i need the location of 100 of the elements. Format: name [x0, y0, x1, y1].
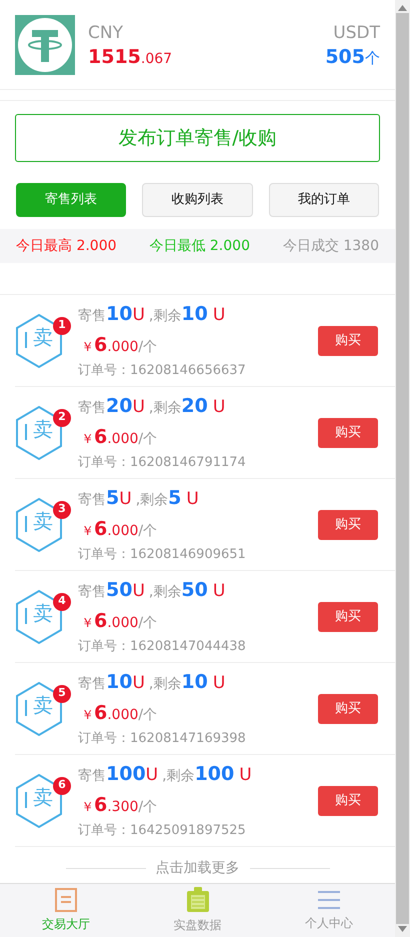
- tab[interactable]: 收购列表: [142, 183, 253, 217]
- remain-label: ,剩余: [148, 675, 182, 694]
- scroll-down-icon[interactable]: [398, 926, 407, 932]
- publish-order-button[interactable]: 发布订单寄售/收购: [15, 114, 380, 162]
- sell-unit: U: [119, 488, 132, 512]
- document-icon: [54, 888, 77, 912]
- remain-label: ,剩余: [162, 767, 195, 786]
- sell-amount: 10: [106, 302, 132, 328]
- sell-mark: 卖: [33, 418, 53, 438]
- sell-label: 寄售: [78, 307, 106, 326]
- buy-button[interactable]: 购买: [318, 694, 378, 724]
- sell-mark: 卖: [33, 786, 53, 806]
- tab[interactable]: 寄售列表: [16, 183, 126, 217]
- buy-button[interactable]: 购买: [318, 786, 378, 816]
- remain-unit: U: [212, 672, 226, 696]
- price-unit: /个: [138, 338, 158, 357]
- currency-sign: ￥: [81, 614, 94, 633]
- remain-amount: 20: [181, 394, 208, 420]
- sell-label: 寄售: [78, 675, 106, 694]
- sell-amount: 20: [106, 394, 132, 420]
- token-label: USDT: [333, 22, 380, 46]
- token-amount: 505: [325, 46, 365, 68]
- scrollbar-thumb[interactable]: [396, 13, 409, 924]
- token-unit: 个: [365, 48, 380, 67]
- price-unit: /个: [138, 798, 158, 817]
- sell-amount: 10: [106, 670, 132, 696]
- remain-amount: 5: [168, 486, 182, 512]
- hexagon-icon: [15, 680, 63, 736]
- nav-tab[interactable]: 个人中心: [263, 884, 396, 937]
- currency-sign: ￥: [81, 706, 94, 725]
- remain-unit: U: [186, 488, 199, 512]
- price-integer: 6: [94, 424, 108, 450]
- price-integer: 6: [94, 516, 108, 542]
- nav-tab[interactable]: 实盘数据: [132, 884, 264, 937]
- sell-label: 寄售: [78, 767, 106, 786]
- order-number: 订单号：16425091897525: [78, 822, 247, 840]
- price-decimals: .300: [107, 798, 138, 817]
- sell-unit: U: [132, 672, 145, 696]
- currency-sign: ￥: [81, 522, 94, 541]
- stat-text: 今日最低 2.000: [149, 236, 250, 256]
- number-badge: 2: [53, 408, 71, 426]
- sell-unit: U: [132, 304, 145, 328]
- buy-button[interactable]: 购买: [318, 510, 378, 540]
- hexagon-icon: [15, 496, 63, 552]
- buy-button[interactable]: 购买: [318, 326, 378, 356]
- price-unit: /个: [138, 614, 158, 633]
- price-unit: /个: [138, 706, 158, 725]
- price-decimals: .000: [107, 522, 138, 541]
- remain-unit: U: [212, 580, 226, 604]
- stat-text: 今日最高 2.000: [16, 236, 117, 256]
- sell-amount: 50: [106, 578, 132, 604]
- remain-amount: 10: [181, 670, 208, 696]
- price-decimals: .000: [107, 614, 138, 633]
- remain-label: ,剩余: [148, 307, 182, 326]
- remain-amount: 50: [181, 578, 208, 604]
- scroll-up-icon[interactable]: [398, 5, 407, 11]
- remain-unit: U: [239, 764, 252, 788]
- menu-icon: [317, 889, 342, 911]
- number-badge: 1: [53, 316, 71, 334]
- buy-button[interactable]: 购买: [318, 602, 378, 632]
- remain-label: ,剩余: [148, 399, 182, 418]
- remain-amount: 10: [181, 302, 208, 328]
- number-badge: 5: [53, 684, 71, 702]
- price-integer: 6: [94, 332, 108, 358]
- tether-logo-icon: [15, 14, 75, 74]
- sell-mark: 卖: [33, 326, 53, 346]
- price-decimals: .000: [107, 338, 138, 357]
- sell-mark: 卖: [33, 602, 53, 622]
- price-decimals: .000: [107, 430, 138, 449]
- balance-decimals: .067: [140, 50, 172, 67]
- order-number: 订单号：16208147169398: [78, 730, 246, 748]
- buy-button[interactable]: 购买: [318, 418, 378, 448]
- order-number: 订单号：16208146656637: [78, 362, 246, 380]
- price-unit: /个: [138, 522, 158, 541]
- sell-amount: 5: [106, 486, 120, 512]
- remain-amount: 100: [194, 762, 234, 788]
- tab[interactable]: 我的订单: [268, 183, 379, 217]
- number-badge: 4: [53, 592, 71, 610]
- order-number: 订单号：16208147044438: [78, 638, 246, 656]
- remain-label: ,剩余: [136, 491, 168, 510]
- currency-sign: ￥: [81, 798, 94, 817]
- nav-tab[interactable]: 交易大厅: [0, 884, 132, 937]
- currency-sign: ￥: [81, 338, 94, 357]
- balance-amount: 1515: [88, 46, 141, 68]
- load-more-link[interactable]: 点击加载更多: [156, 858, 240, 878]
- sell-unit: U: [132, 396, 145, 420]
- price-integer: 6: [94, 700, 108, 726]
- number-badge: 6: [53, 776, 71, 794]
- order-number: 订单号：16208146909651: [78, 546, 246, 564]
- price-integer: 6: [94, 608, 108, 634]
- hexagon-icon: [15, 404, 63, 460]
- remain-unit: U: [212, 304, 226, 328]
- sell-label: 寄售: [78, 491, 106, 510]
- sell-amount: 100: [106, 762, 146, 788]
- remain-unit: U: [212, 396, 226, 420]
- sell-label: 寄售: [78, 583, 106, 602]
- stat-text: 今日成交 1380: [282, 236, 379, 256]
- price-unit: /个: [138, 430, 158, 449]
- sell-label: 寄售: [78, 399, 106, 418]
- currency-label: CNY: [88, 22, 124, 46]
